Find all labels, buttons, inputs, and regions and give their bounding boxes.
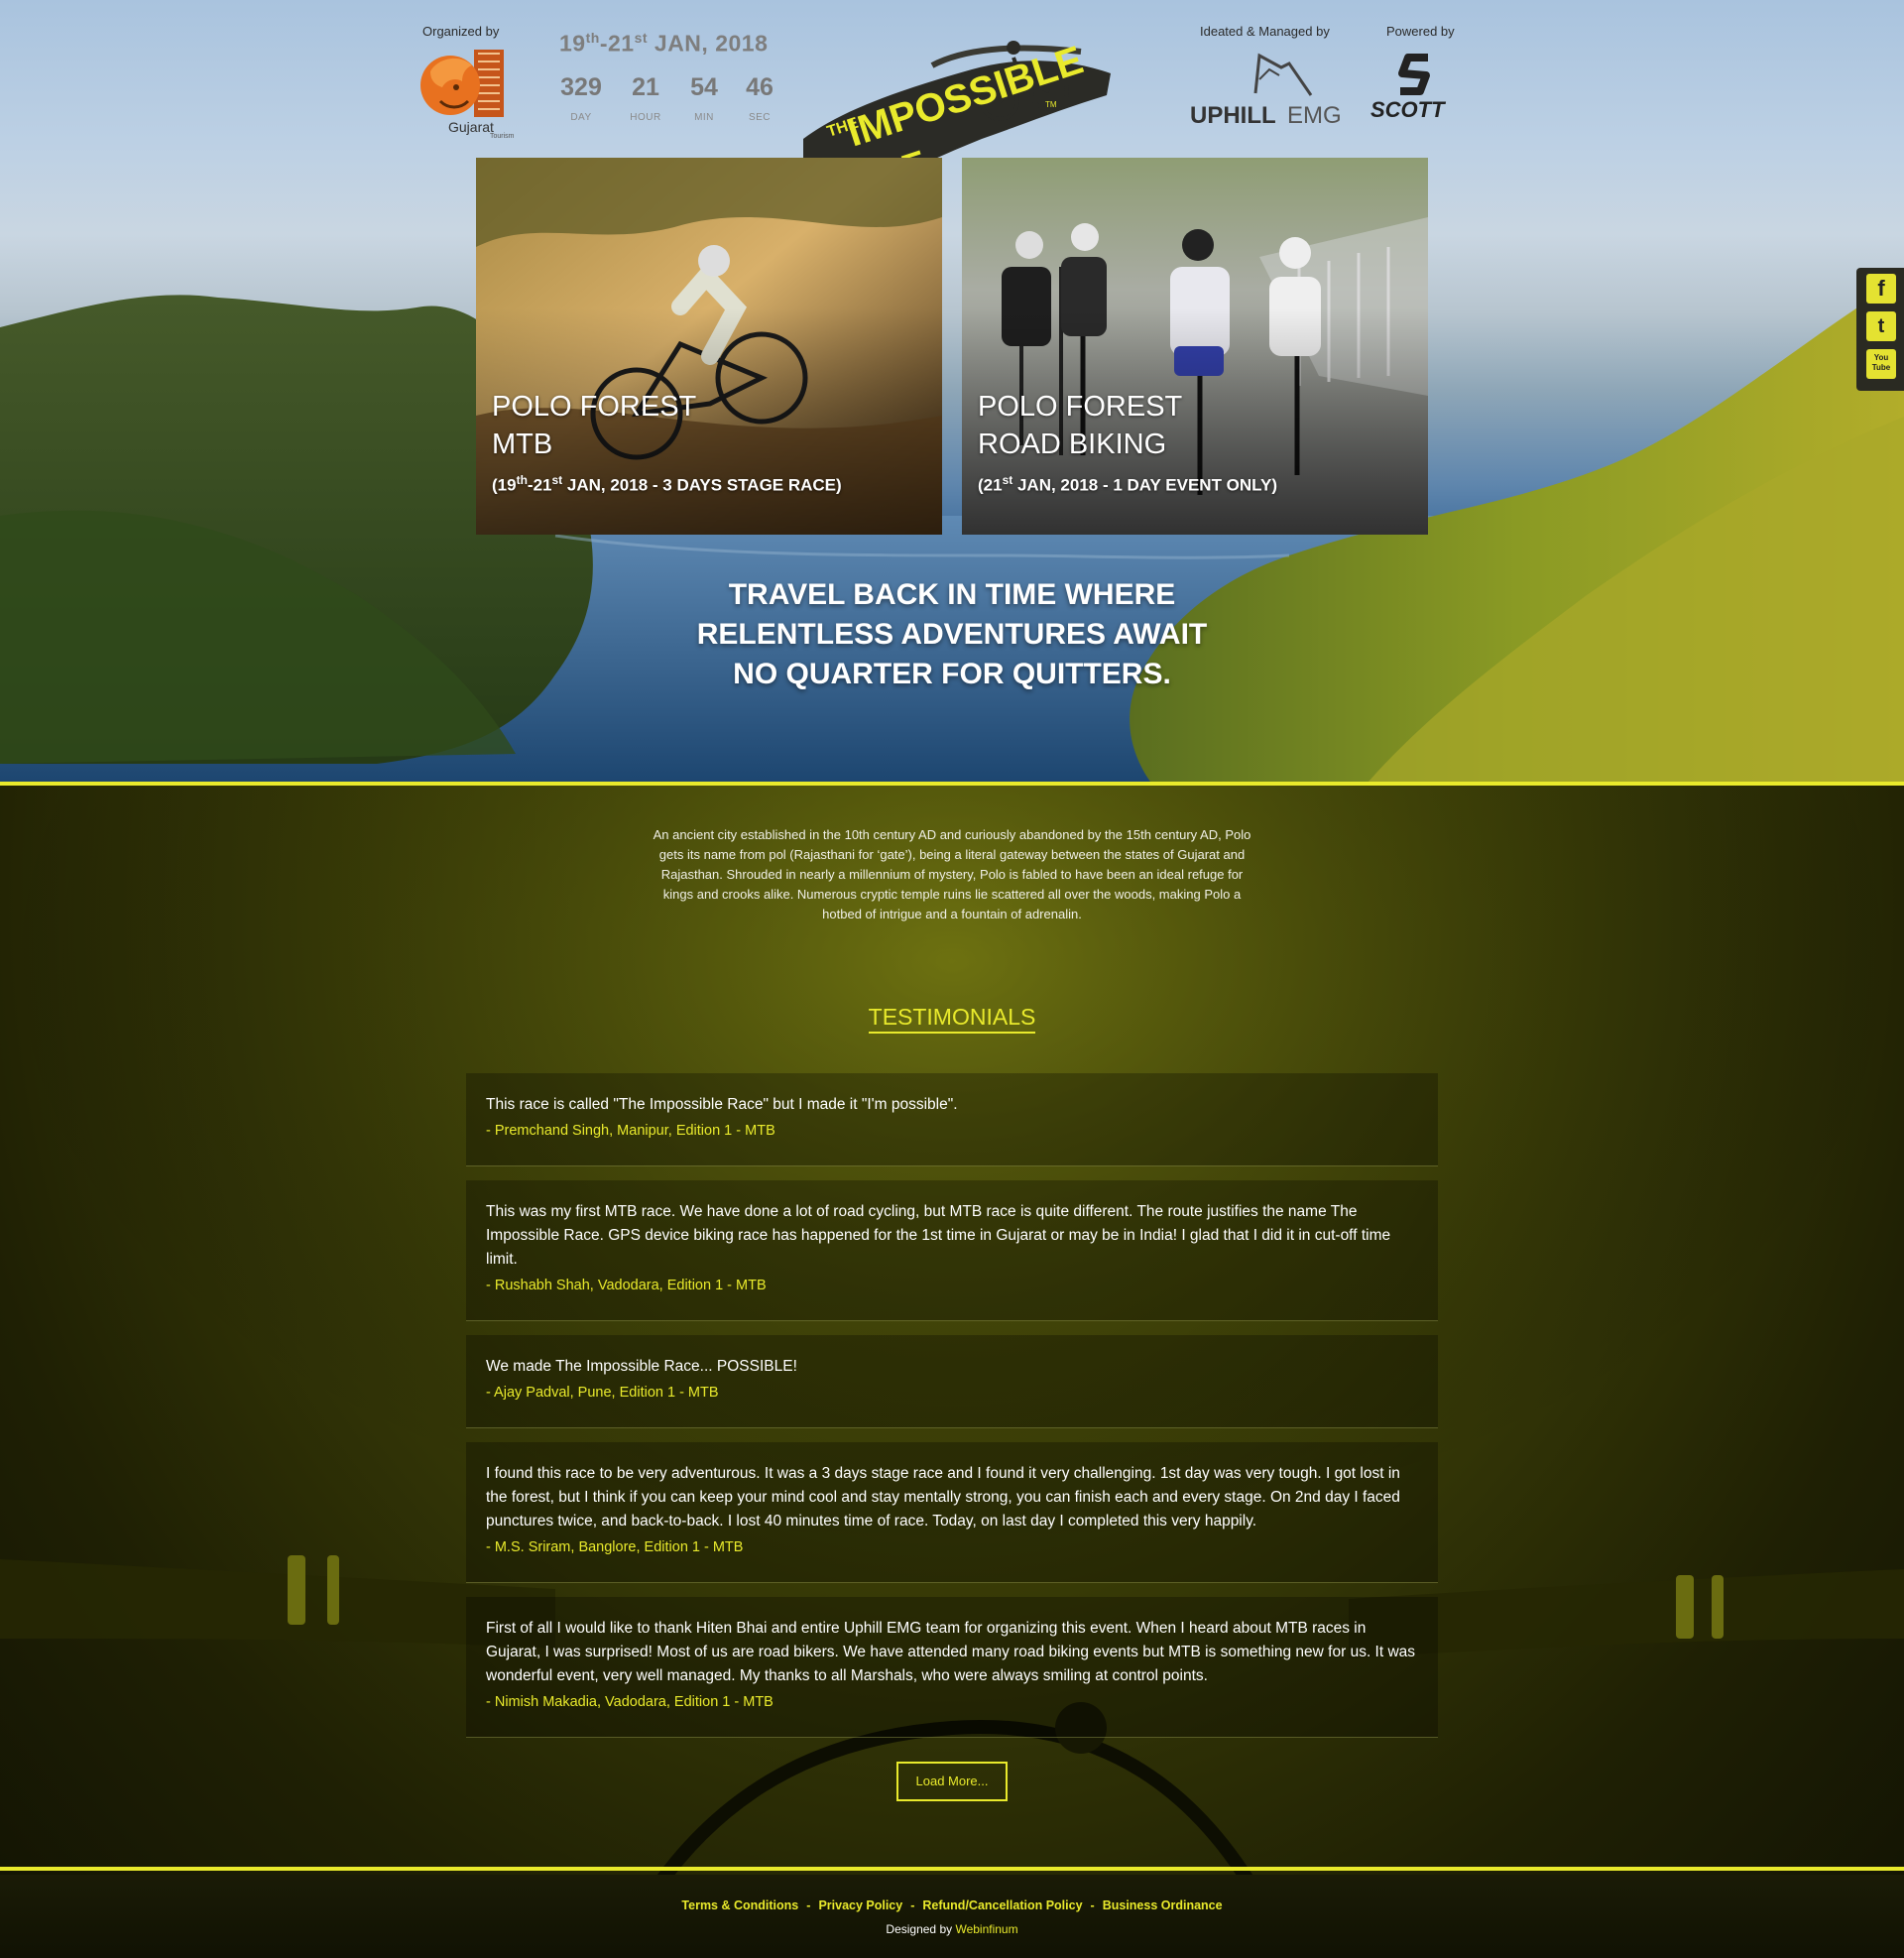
- card-road-subtitle: (21st JAN, 2018 - 1 DAY EVENT ONLY): [978, 473, 1278, 495]
- footer-separator: -: [806, 1898, 811, 1912]
- footer-separator: -: [910, 1898, 915, 1912]
- business-ordinance-link[interactable]: Business Ordinance: [1103, 1898, 1223, 1912]
- privacy-link[interactable]: Privacy Policy: [818, 1898, 902, 1912]
- footer-separator: -: [1090, 1898, 1095, 1912]
- countdown-sec-label: SEC: [748, 112, 772, 123]
- organized-by-label: Organized by: [422, 24, 500, 39]
- organizer-name: Gujarat: [448, 119, 494, 135]
- scott-text: SCOTT: [1370, 97, 1446, 122]
- testimonial-author: - Premchand Singh, Manipur, Edition 1 - …: [486, 1123, 775, 1139]
- uphill-emg-logo[interactable]: UPHILL EMG: [1186, 50, 1345, 129]
- scott-logo[interactable]: SCOTT: [1368, 52, 1472, 123]
- testimonial-author: - Nimish Makadia, Vadodara, Edition 1 - …: [486, 1694, 774, 1710]
- card-mtb-subtitle: (19th-21st JAN, 2018 - 3 DAYS STAGE RACE…: [492, 473, 842, 495]
- testimonials-heading: TESTIMONIALS: [0, 1004, 1904, 1034]
- scott-s-icon: SCOTT: [1370, 54, 1446, 122]
- social-sidebar: f t You Tube: [1856, 268, 1904, 391]
- tagline-line-1: TRAVEL BACK IN TIME WHERE: [728, 578, 1176, 611]
- load-more-button[interactable]: Load More...: [896, 1762, 1008, 1801]
- testimonial-item: This race is called "The Impossible Race…: [466, 1073, 1438, 1166]
- uphill-bold-text: UPHILL: [1190, 102, 1276, 129]
- terms-link[interactable]: Terms & Conditions: [681, 1898, 798, 1912]
- testimonial-item: First of all I would like to thank Hiten…: [466, 1597, 1438, 1738]
- refund-link[interactable]: Refund/Cancellation Policy: [922, 1898, 1082, 1912]
- designer-link[interactable]: Webinfinum: [955, 1922, 1017, 1936]
- testimonial-item: This was my first MTB race. We have done…: [466, 1180, 1438, 1321]
- footer-links: Terms & Conditions - Privacy Policy - Refund…: [0, 1898, 1904, 1912]
- polo-intro-paragraph: An ancient city established in the 10th …: [653, 827, 1251, 921]
- testimonial-quote: This was my first MTB race. We have done…: [486, 1203, 1391, 1268]
- testimonial-quote: This race is called "The Impossible Race…: [486, 1096, 958, 1113]
- testimonial-author: - Rushabh Shah, Vadodara, Edition 1 - MT…: [486, 1278, 767, 1293]
- tagline-line-3: NO QUARTER FOR QUITTERS.: [733, 658, 1171, 690]
- hero-section: Organized by Gujarat Tourism 19th-21st J…: [0, 0, 1904, 782]
- event-date: 19th-21st JAN, 2018: [559, 30, 769, 57]
- managed-by-label: Ideated & Managed by: [1200, 24, 1330, 39]
- testimonial-item: We made The Impossible Race... POSSIBLE!…: [466, 1335, 1438, 1428]
- race-logo-tm-text: TM: [1045, 100, 1057, 109]
- testimonial-quote: First of all I would like to thank Hiten…: [486, 1620, 1416, 1684]
- countdown-hour-label: HOUR: [630, 112, 661, 123]
- hero-tagline: TRAVEL BACK IN TIME WHERE RELENTLESS ADV…: [0, 575, 1904, 694]
- twitter-icon[interactable]: t: [1866, 311, 1896, 341]
- countdown-day-label: DAY: [570, 112, 592, 123]
- tagline-line-2: RELENTLESS ADVENTURES AWAIT: [696, 618, 1208, 651]
- event-card-road-biking[interactable]: POLO FOREST ROAD BIKING (21st JAN, 2018 -…: [962, 158, 1428, 535]
- card-road-title: POLO FOREST ROAD BIKING: [978, 391, 1183, 460]
- facebook-icon[interactable]: f: [1866, 274, 1896, 304]
- testimonial-quote: We made The Impossible Race... POSSIBLE!: [486, 1358, 797, 1375]
- organizer-sub: Tourism: [490, 133, 515, 140]
- footer-credit: Designed by Webinfinum: [0, 1922, 1904, 1936]
- uphill-mountain-icon: UPHILL EMG: [1190, 53, 1342, 129]
- youtube-icon[interactable]: You Tube: [1866, 349, 1896, 379]
- footer-divider: [0, 1867, 1904, 1871]
- powered-by-label: Powered by: [1386, 24, 1455, 39]
- countdown-min-label: MIN: [694, 112, 714, 123]
- countdown-hour-value: 21: [632, 73, 659, 101]
- countdown-day-value: 329: [560, 73, 602, 101]
- testimonial-author: - Ajay Padval, Pune, Edition 1 - MTB: [486, 1385, 719, 1401]
- event-card-mtb[interactable]: POLO FOREST MTB (19th-21st JAN, 2018 - 3 …: [476, 158, 942, 535]
- testimonial-item: I found this race to be very adventurous…: [466, 1442, 1438, 1583]
- footer: Terms & Conditions - Privacy Policy - Refund…: [0, 1875, 1904, 1958]
- countdown-sec-value: 46: [746, 73, 774, 101]
- uphill-light-text: EMG: [1287, 102, 1342, 129]
- testimonial-author: - M.S. Sriram, Banglore, Edition 1 - MTB: [486, 1539, 744, 1555]
- card-mtb-title: POLO FOREST MTB: [492, 391, 697, 460]
- testimonial-quote: I found this race to be very adventurous…: [486, 1465, 1400, 1530]
- credit-prefix: Designed by: [886, 1922, 956, 1936]
- about-testimonials-section: An ancient city established in the 10th …: [0, 786, 1904, 1958]
- countdown-min-value: 54: [690, 73, 718, 101]
